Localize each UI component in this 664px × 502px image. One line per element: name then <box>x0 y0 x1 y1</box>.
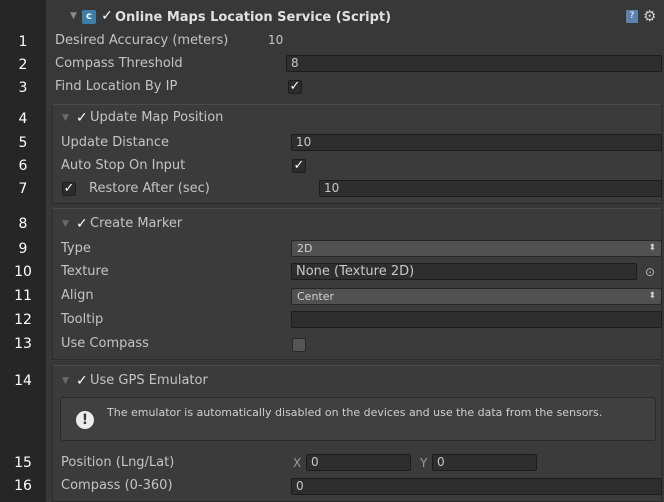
auto-stop-on-input-checkbox[interactable]: ✓ <box>292 159 306 173</box>
line-number: 11 <box>14 288 32 304</box>
line-number: 2 <box>18 57 28 73</box>
position-y-label: Y <box>420 456 428 470</box>
align-value: Center <box>297 290 335 303</box>
component-title: Online Maps Location Service (Script) <box>115 10 392 25</box>
line-number: 10 <box>14 264 32 280</box>
line-number: 7 <box>18 181 28 197</box>
line-number: 12 <box>14 312 32 328</box>
foldout-arrow-icon[interactable]: ▼ <box>62 109 69 127</box>
create-marker-label: Create Marker <box>90 216 183 231</box>
compass-label: Compass (0-360) <box>61 478 173 493</box>
script-cs-icon: c <box>82 10 96 24</box>
find-location-by-ip-label: Find Location By IP <box>55 79 178 94</box>
line-number: 8 <box>18 216 28 232</box>
update-distance-field[interactable]: 10 <box>291 134 662 151</box>
update-map-position-checkbox[interactable]: ✓ <box>76 109 88 127</box>
use-gps-emulator-label: Use GPS Emulator <box>90 373 208 388</box>
type-value: 2D <box>297 242 313 255</box>
emulator-help-box: ! The emulator is automatically disabled… <box>60 397 656 441</box>
line-number: 4 <box>18 111 28 127</box>
line-number: 15 <box>14 455 32 471</box>
line-number: 5 <box>18 135 28 151</box>
dropdown-arrow-icon: ⬍ <box>648 243 656 253</box>
component-header[interactable]: ▼ c ✓ Online Maps Location Service (Scri… <box>46 4 664 28</box>
help-book-icon[interactable]: ? <box>626 10 638 23</box>
line-number: 13 <box>14 336 32 352</box>
tooltip-label: Tooltip <box>61 312 104 327</box>
foldout-arrow-icon[interactable]: ▼ <box>62 372 69 390</box>
position-x-label: X <box>293 456 302 470</box>
line-number: 14 <box>14 373 32 389</box>
type-label: Type <box>61 241 91 256</box>
position-label: Position (Lng/Lat) <box>61 455 175 470</box>
type-dropdown[interactable]: 2D ⬍ <box>291 240 662 257</box>
line-number: 9 <box>18 241 28 257</box>
info-icon: ! <box>76 411 94 429</box>
compass-threshold-field[interactable]: 8 <box>286 55 662 72</box>
line-number: 6 <box>18 158 28 174</box>
gear-icon[interactable]: ⚙ <box>643 7 656 25</box>
compass-field[interactable]: 0 <box>291 478 662 495</box>
use-compass-label: Use Compass <box>61 336 149 351</box>
component-enabled-checkbox[interactable]: ✓ <box>100 9 114 24</box>
update-map-position-label: Update Map Position <box>90 110 224 125</box>
use-gps-emulator-checkbox[interactable]: ✓ <box>76 372 88 390</box>
auto-stop-on-input-label: Auto Stop On Input <box>61 158 186 173</box>
restore-after-field[interactable]: 10 <box>319 180 662 197</box>
restore-after-label: Restore After (sec) <box>89 181 210 196</box>
line-number: 16 <box>14 478 32 494</box>
restore-after-checkbox[interactable]: ✓ <box>62 182 76 196</box>
update-distance-label: Update Distance <box>61 135 170 150</box>
line-number: 1 <box>18 34 28 50</box>
align-dropdown[interactable]: Center ⬍ <box>291 288 662 305</box>
texture-label: Texture <box>61 264 109 279</box>
use-compass-checkbox[interactable] <box>292 338 306 352</box>
foldout-arrow-icon[interactable]: ▼ <box>70 7 77 25</box>
compass-threshold-label: Compass Threshold <box>55 56 183 71</box>
emulator-help-text: The emulator is automatically disabled o… <box>107 406 603 419</box>
desired-accuracy-field[interactable]: 10 <box>264 33 662 50</box>
create-marker-checkbox[interactable]: ✓ <box>76 215 88 233</box>
object-picker-icon[interactable]: ⊙ <box>645 263 655 281</box>
desired-accuracy-label: Desired Accuracy (meters) <box>55 33 229 48</box>
foldout-arrow-icon[interactable]: ▼ <box>62 215 69 233</box>
line-number: 3 <box>18 80 28 96</box>
align-label: Align <box>61 288 94 303</box>
dropdown-arrow-icon: ⬍ <box>648 291 656 301</box>
tooltip-field[interactable] <box>291 311 662 328</box>
find-location-by-ip-checkbox[interactable]: ✓ <box>288 80 302 94</box>
position-x-field[interactable]: 0 <box>306 454 411 471</box>
texture-object-field[interactable]: None (Texture 2D) <box>291 263 637 280</box>
position-y-field[interactable]: 0 <box>432 454 537 471</box>
